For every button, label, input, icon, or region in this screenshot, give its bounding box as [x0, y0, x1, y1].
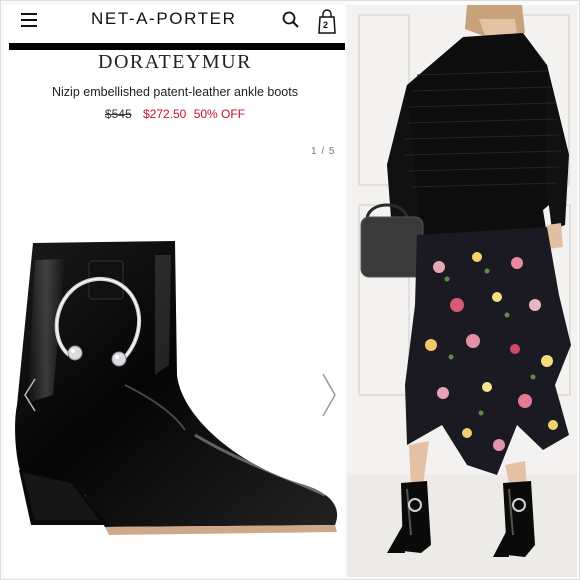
collage-frame: NET-A-PORTER 2 DORATEYMUR Nizip embellis…: [0, 0, 580, 580]
shopping-bag-icon[interactable]: 2: [317, 9, 337, 35]
gallery-page-indicator: 1 / 5: [311, 146, 336, 157]
chevron-right-icon[interactable]: [319, 370, 339, 420]
product-page-screenshot: NET-A-PORTER 2 DORATEYMUR Nizip embellis…: [5, 5, 345, 577]
bag-count-badge: 2: [323, 20, 329, 30]
top-navigation-bar: NET-A-PORTER 2: [5, 5, 345, 41]
menu-icon[interactable]: [21, 13, 37, 27]
model-outfit-image: [347, 5, 577, 577]
brand-logo[interactable]: NET-A-PORTER: [91, 9, 236, 29]
search-icon[interactable]: [281, 10, 301, 30]
designer-name[interactable]: DORATEYMUR: [5, 51, 345, 74]
header-divider-bar: [9, 43, 345, 50]
model-outfit-photo: [347, 5, 577, 577]
ankle-boot-image: [15, 241, 338, 535]
discount-label: 50% OFF: [193, 107, 246, 121]
product-image-carousel[interactable]: [5, 165, 345, 545]
product-title: Nizip embellished patent-leather ankle b…: [52, 85, 298, 99]
sale-price: $272.50: [142, 107, 187, 121]
original-price: $545: [104, 107, 132, 121]
chevron-left-icon[interactable]: [19, 375, 39, 415]
price-row: $545 $272.50 50% OFF: [5, 107, 345, 121]
